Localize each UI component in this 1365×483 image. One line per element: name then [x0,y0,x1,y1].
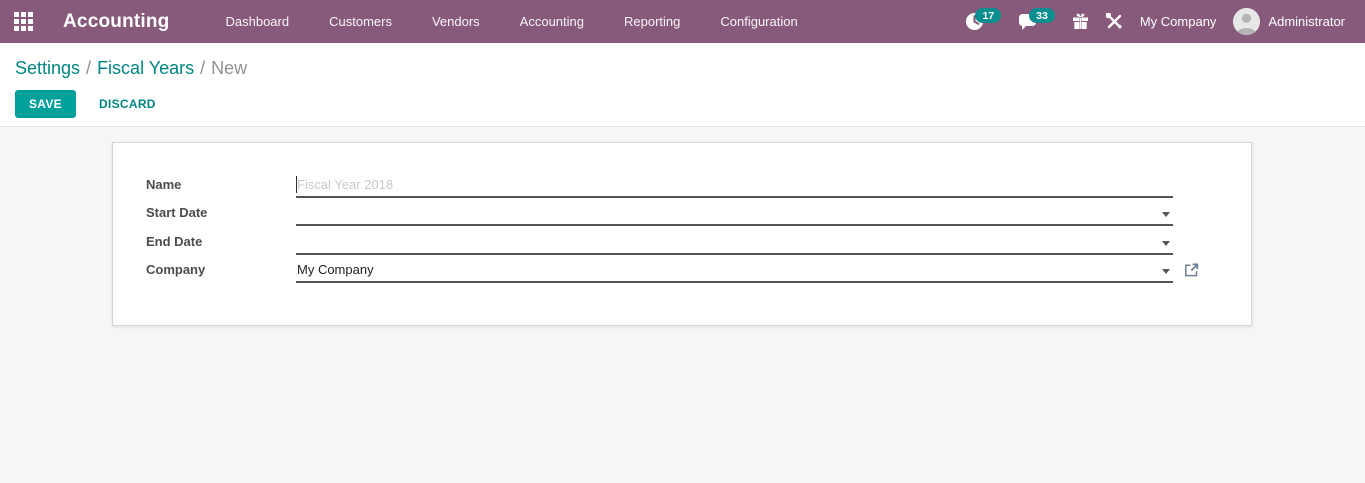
discard-button[interactable]: DISCARD [91,91,164,117]
form-row-name: Name [146,169,1251,198]
messages-menu[interactable]: 33 [1018,8,1055,31]
caret-down-icon[interactable] [1162,240,1170,246]
save-button[interactable]: SAVE [15,90,76,118]
app-title[interactable]: Accounting [63,11,170,33]
menu-reporting[interactable]: Reporting [604,0,700,43]
company-switcher-label: My Company [1139,14,1217,29]
content-area: Name Start Date End Date Company [0,127,1365,483]
external-link-icon[interactable] [1184,263,1199,278]
breadcrumb: Settings / Fiscal Years / New [15,57,1365,79]
breadcrumb-current: New [211,58,248,78]
start-date-field-wrapper [296,205,1173,226]
breadcrumb-separator: / [200,58,206,78]
control-panel-buttons: SAVE DISCARD [15,90,1365,118]
promotions-menu[interactable] [1072,13,1089,30]
form-row-start-date: Start Date [146,198,1251,226]
fiscal-year-form-sheet: Name Start Date End Date Company [112,142,1252,326]
crossed-tools-icon [1105,12,1123,30]
menu-dashboard[interactable]: Dashboard [206,0,310,43]
caret-down-icon[interactable] [1162,212,1170,217]
start-date-input[interactable] [296,205,1173,224]
systray: 17 33 My Company Administrator [965,8,1345,35]
breadcrumb-separator: / [86,58,92,78]
menu-vendors[interactable]: Vendors [412,0,500,43]
caret-down-icon[interactable] [1162,269,1170,274]
start-date-label: Start Date [146,205,208,220]
menu-accounting[interactable]: Accounting [500,0,604,43]
avatar [1233,8,1261,35]
name-input[interactable] [296,176,1173,196]
activities-badge: 17 [975,8,1002,23]
control-panel: Settings / Fiscal Years / New SAVE DISCARD [0,43,1365,127]
text-cursor [296,175,297,193]
tools-menu[interactable] [1105,12,1123,30]
user-menu-label: Administrator [1268,14,1345,29]
form-row-company: Company [146,255,1251,283]
top-navbar: Accounting Dashboard Customers Vendors A… [0,0,1365,43]
company-field-wrapper [296,262,1199,283]
breadcrumb-fiscal-years[interactable]: Fiscal Years [97,58,194,78]
user-menu[interactable]: Administrator [1233,8,1345,35]
gift-icon [1072,13,1089,30]
end-date-input[interactable] [296,233,1173,253]
name-label: Name [146,176,182,192]
company-switcher[interactable]: My Company [1140,14,1217,29]
breadcrumb-settings[interactable]: Settings [15,58,80,78]
end-date-label: End Date [146,233,203,249]
main-menu: Dashboard Customers Vendors Accounting R… [206,0,818,43]
apps-grid-icon[interactable] [14,12,33,31]
menu-customers[interactable]: Customers [309,0,412,43]
messages-badge: 33 [1029,8,1055,23]
company-input[interactable] [296,262,1173,281]
end-date-field-wrapper [296,233,1173,255]
activities-menu[interactable]: 17 [965,8,1002,31]
name-field-wrapper [296,175,1173,198]
menu-configuration[interactable]: Configuration [700,0,817,43]
form-row-end-date: End Date [146,226,1251,255]
company-label: Company [146,262,206,277]
